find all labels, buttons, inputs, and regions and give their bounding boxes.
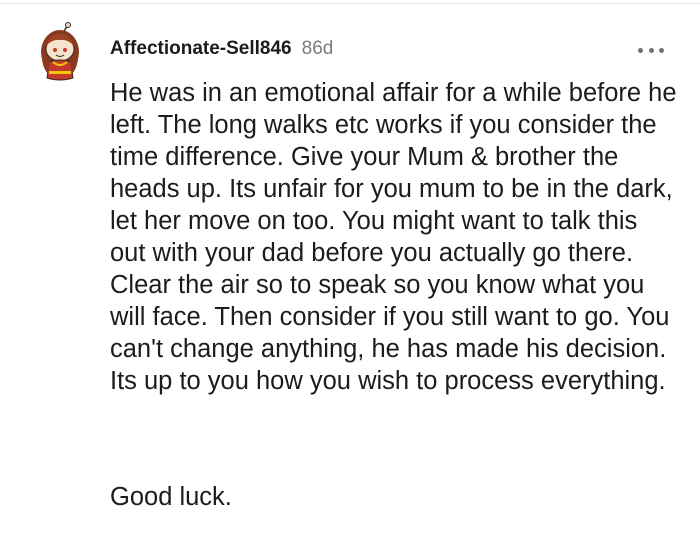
dot (648, 47, 654, 53)
comment-signoff: Good luck. (110, 483, 232, 511)
author-username[interactable]: Affectionate-Sell846 (110, 38, 292, 60)
comment-body: He was in an emotional affair for a whil… (110, 77, 678, 397)
comment-header: Affectionate-Sell846 86d (110, 38, 333, 66)
comment-age: 86d (301, 38, 334, 59)
more-options-icon[interactable] (638, 41, 664, 59)
comment-view: Affectionate-Sell846 86d He was in an em… (0, 0, 700, 533)
divider (0, 3, 700, 4)
snoo-avatar-icon[interactable] (36, 22, 84, 82)
comment-paragraph: He was in an emotional affair for a whil… (110, 79, 677, 395)
dot (638, 47, 643, 53)
dot (659, 47, 664, 53)
